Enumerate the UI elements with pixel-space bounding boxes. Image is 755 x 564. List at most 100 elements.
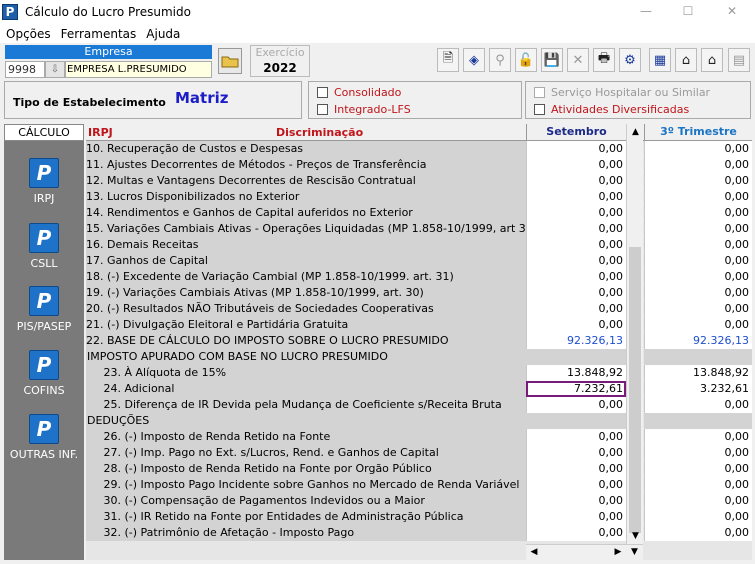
quarter-value-cell[interactable]: 0,00 xyxy=(644,509,752,525)
checkbox-box[interactable] xyxy=(317,104,328,115)
quarter-value-cell[interactable]: 0,00 xyxy=(644,205,752,221)
report-button[interactable]: ▦ xyxy=(649,48,671,72)
table-row: 13. Lucros Disponibilizados no Exterior 0… xyxy=(86,189,752,205)
scroll-up-icon[interactable]: ▲ xyxy=(627,124,644,141)
minimize-icon[interactable]: — xyxy=(636,4,656,18)
quarter-value-cell[interactable]: 0,00 xyxy=(644,317,752,333)
save-button[interactable]: 💾 xyxy=(541,48,563,72)
quarter-value-cell[interactable]: 0,00 xyxy=(644,221,752,237)
empresa-name-field[interactable]: EMPRESA L.PRESUMIDO xyxy=(65,61,212,78)
exercicio-year: 2022 xyxy=(263,61,297,75)
month-value-cell[interactable]: 0,00 xyxy=(526,189,626,205)
search-button[interactable]: ⚲ xyxy=(489,48,511,72)
month-value-cell[interactable]: 0,00 xyxy=(526,221,626,237)
exit-icon: ▤ xyxy=(732,52,746,68)
quarter-value-cell[interactable]: 0,00 xyxy=(644,189,752,205)
maximize-icon[interactable]: ☐ xyxy=(678,4,698,18)
consolidado-checkbox[interactable]: Consolidado xyxy=(317,86,401,99)
table-row: 25. Diferença de IR Devida pela Mudança … xyxy=(86,397,752,413)
month-value-cell[interactable]: 92.326,13 xyxy=(526,333,626,349)
month-value-cell[interactable]: 0,00 xyxy=(526,301,626,317)
exit-button[interactable]: ▤ xyxy=(728,48,750,72)
navigate-button[interactable]: ◈ xyxy=(463,48,485,72)
month-value-cell[interactable]: 0,00 xyxy=(526,269,626,285)
quarter-value-cell[interactable]: 13.848,92 xyxy=(644,365,752,381)
month-value-cell[interactable]: 0,00 xyxy=(526,317,626,333)
quarter-value-cell[interactable]: 0,00 xyxy=(644,477,752,493)
quarter-value-cell[interactable]: 0,00 xyxy=(644,253,752,269)
checkbox-box[interactable] xyxy=(534,87,545,98)
month-value-cell[interactable]: 0,00 xyxy=(526,237,626,253)
exercicio-box[interactable]: Exercício 2022 xyxy=(250,45,310,77)
month-value-cell[interactable]: 7.232,61 xyxy=(526,381,626,397)
close-icon[interactable]: ✕ xyxy=(722,4,742,18)
month-value-cell[interactable]: 13.848,92 xyxy=(526,365,626,381)
menu-opcoes[interactable]: Opções xyxy=(6,27,51,41)
month-value-cell[interactable]: 0,00 xyxy=(526,477,626,493)
month-value-cell[interactable]: 0,00 xyxy=(526,509,626,525)
month-value-cell[interactable]: 0,00 xyxy=(526,285,626,301)
month-value-cell[interactable]: 0,00 xyxy=(526,253,626,269)
quarter-value-cell[interactable]: 0,00 xyxy=(644,301,752,317)
home-button[interactable]: ⌂ xyxy=(675,48,697,72)
quarter-value-cell[interactable]: 0,00 xyxy=(644,461,752,477)
checkbox-box[interactable] xyxy=(534,104,545,115)
sidebar-item-irpj[interactable]: P IRPJ xyxy=(4,158,84,205)
quarter-value-cell[interactable]: 0,00 xyxy=(644,237,752,253)
sidebar-item-cofins[interactable]: P COFINS xyxy=(4,350,84,397)
lock-button[interactable]: 🔓 xyxy=(515,48,537,72)
empresa-lookup-button[interactable]: ⇩ xyxy=(45,61,65,78)
checkbox-box[interactable] xyxy=(317,87,328,98)
print-button[interactable]: 🖶 xyxy=(593,48,615,72)
month-value-cell[interactable]: 0,00 xyxy=(526,141,626,157)
menu-ajuda[interactable]: Ajuda xyxy=(146,27,180,41)
scroll-left-icon[interactable]: ◀ xyxy=(526,545,542,560)
vertical-scrollbar[interactable]: ▲ ▼ xyxy=(626,124,643,544)
quarter-value-cell[interactable]: 0,00 xyxy=(644,157,752,173)
sidebar-item-pis-pasep[interactable]: P PIS/PASEP xyxy=(4,286,84,333)
month-value-cell[interactable]: 0,00 xyxy=(526,157,626,173)
menu-ferramentas[interactable]: Ferramentas xyxy=(61,27,137,41)
month-value-cell[interactable]: 0,00 xyxy=(526,397,626,413)
servico-hospitalar-checkbox[interactable]: Serviço Hospitalar ou Similar xyxy=(534,86,710,99)
month-value-cell[interactable]: 0,00 xyxy=(526,461,626,477)
month-value-cell[interactable]: 0,00 xyxy=(526,205,626,221)
quarter-value-cell[interactable]: 0,00 xyxy=(644,525,752,541)
scroll-down-icon[interactable]: ▼ xyxy=(627,528,644,544)
quarter-value-cell[interactable]: 0,00 xyxy=(644,269,752,285)
document-button[interactable]: 🗎 xyxy=(437,48,459,72)
month-value-cell[interactable]: 0,00 xyxy=(526,493,626,509)
p-logo-icon: P xyxy=(29,223,59,253)
atividades-diversificadas-checkbox[interactable]: Atividades Diversificadas xyxy=(534,103,689,116)
quarter-value-cell[interactable]: 92.326,13 xyxy=(644,333,752,349)
cancel-button[interactable]: ✕ xyxy=(567,48,589,72)
quarter-value-cell[interactable]: 3.232,61 xyxy=(644,381,752,397)
quarter-value-cell[interactable]: 0,00 xyxy=(644,285,752,301)
quarter-value-cell[interactable]: 0,00 xyxy=(644,429,752,445)
home-print-button[interactable]: ⌂ xyxy=(701,48,723,72)
scroll-right-icon[interactable]: ▶ xyxy=(610,545,626,560)
month-value-cell[interactable]: 0,00 xyxy=(526,173,626,189)
integrado-lfs-checkbox[interactable]: Integrado-LFS xyxy=(317,103,411,116)
quarter-value-cell[interactable]: 0,00 xyxy=(644,493,752,509)
table-row: 23. À Alíquota de 15% 13.848,92 13.848,92 xyxy=(86,365,752,381)
scroll-thumb[interactable] xyxy=(629,247,641,533)
open-folder-button[interactable] xyxy=(218,48,242,74)
home-print-icon: ⌂ xyxy=(707,52,717,68)
printer-icon: 🖶 xyxy=(597,51,611,66)
quarter-value-cell[interactable]: 0,00 xyxy=(644,173,752,189)
empresa-code-field[interactable]: 9998 xyxy=(5,61,45,78)
tools-button[interactable]: ⚙ xyxy=(619,48,641,72)
horizontal-scrollbar[interactable]: ◀ ▶ ▼ xyxy=(526,544,643,560)
atividades-diversificadas-label: Atividades Diversificadas xyxy=(551,103,690,116)
quarter-value-cell[interactable]: 0,00 xyxy=(644,141,752,157)
month-value-cell[interactable]: 0,00 xyxy=(526,445,626,461)
scroll-down-small-icon[interactable]: ▼ xyxy=(626,545,643,560)
month-value-cell[interactable]: 0,00 xyxy=(526,525,626,541)
quarter-value-cell[interactable]: 0,00 xyxy=(644,397,752,413)
sidebar-item-csll[interactable]: P CSLL xyxy=(4,223,84,270)
checkbox-group-left: Consolidado Integrado-LFS xyxy=(308,81,522,119)
sidebar-item-outras-inf[interactable]: P OUTRAS INF. xyxy=(4,414,84,461)
quarter-value-cell[interactable]: 0,00 xyxy=(644,445,752,461)
month-value-cell[interactable]: 0,00 xyxy=(526,429,626,445)
